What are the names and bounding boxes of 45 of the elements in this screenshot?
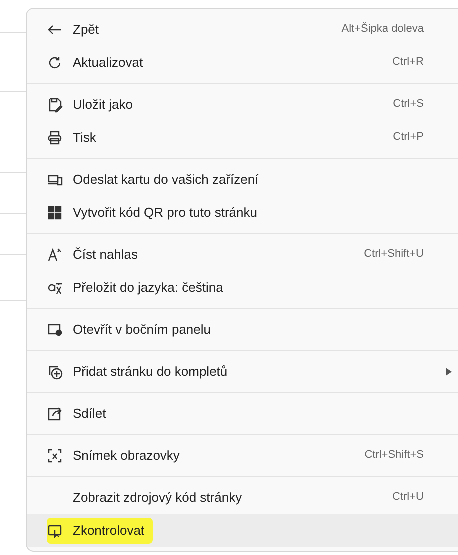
shortcut-text: Ctrl+S xyxy=(393,97,424,112)
menu-item[interactable]: Zkontrolovat xyxy=(27,514,458,547)
qr-code-icon xyxy=(47,204,63,220)
menu-item-label: Aktualizovat xyxy=(73,54,144,72)
menu-item-label: Přeložit do jazyka: čeština xyxy=(73,278,224,297)
inspect-icon xyxy=(47,522,63,538)
menu-item-label: Číst nahlas xyxy=(73,246,138,264)
menu-item[interactable]: Otevřít v bočním panelu xyxy=(27,313,458,346)
menu-item-label: Uložit jako xyxy=(73,96,133,114)
refresh-icon xyxy=(47,54,63,70)
menu-item-label: Tisk xyxy=(73,128,96,147)
menu-item[interactable]: Snímek obrazovky Ctrl+Shift+S xyxy=(27,439,458,472)
shortcut-text: Alt+Šipka doleva xyxy=(342,21,424,38)
shortcut-text: Ctrl+R xyxy=(392,55,424,70)
screenshot-icon xyxy=(47,448,63,464)
side-panel-icon xyxy=(47,322,63,338)
save-as-icon xyxy=(47,96,63,112)
menu-item[interactable]: Zobrazit zdrojový kód stránky Ctrl+U xyxy=(27,481,458,514)
menu-item-label: Sdílet xyxy=(73,404,106,423)
menu-item-label: Odeslat kartu do vašich zařízení xyxy=(73,170,259,189)
menu-item-label: Zobrazit zdrojový kód stránky xyxy=(73,488,242,507)
menu-item-label: Vytvořit kód QR pro tuto stránku xyxy=(73,204,258,222)
menu-item-label: Snímek obrazovky xyxy=(73,446,180,465)
shortcut-text: Ctrl+U xyxy=(392,490,424,506)
menu-item-label: Zpět xyxy=(73,20,100,39)
menu-item[interactable]: Aktualizovat Ctrl+R xyxy=(27,46,458,79)
menu-item-label: Zkontrolovat xyxy=(73,522,145,540)
collection-add-icon xyxy=(47,364,63,380)
menu-item[interactable]: Odeslat kartu do vašich zařízení xyxy=(27,163,458,196)
shortcut-text: Ctrl+P xyxy=(393,130,424,146)
menu-item-label: Otevřít v bočním panelu xyxy=(73,320,212,339)
shortcut-text: Ctrl+Shift+U xyxy=(364,247,424,262)
read-aloud-icon xyxy=(47,246,63,262)
print-icon xyxy=(47,130,63,146)
menu-item[interactable]: Číst nahlas Ctrl+Shift+U xyxy=(27,238,458,271)
menu-item[interactable]: Sdílet xyxy=(27,397,458,430)
share-icon xyxy=(47,406,63,422)
menu-item[interactable]: Tisk Ctrl+P xyxy=(27,121,458,154)
menu-item-label: Přidat stránku do kompletů xyxy=(73,362,228,381)
menu-item[interactable]: Zpět Alt+Šipka doleva xyxy=(27,13,458,46)
menu-item[interactable]: Uložit jako Ctrl+S xyxy=(27,88,458,121)
menu-item[interactable]: Přidat stránku do kompletů xyxy=(27,355,458,388)
menu-item[interactable]: Přeložit do jazyka: čeština xyxy=(27,271,458,304)
shortcut-text: Ctrl+Shift+S xyxy=(364,448,424,464)
menu-item[interactable]: Vytvořit kód QR pro tuto stránku xyxy=(27,196,458,229)
